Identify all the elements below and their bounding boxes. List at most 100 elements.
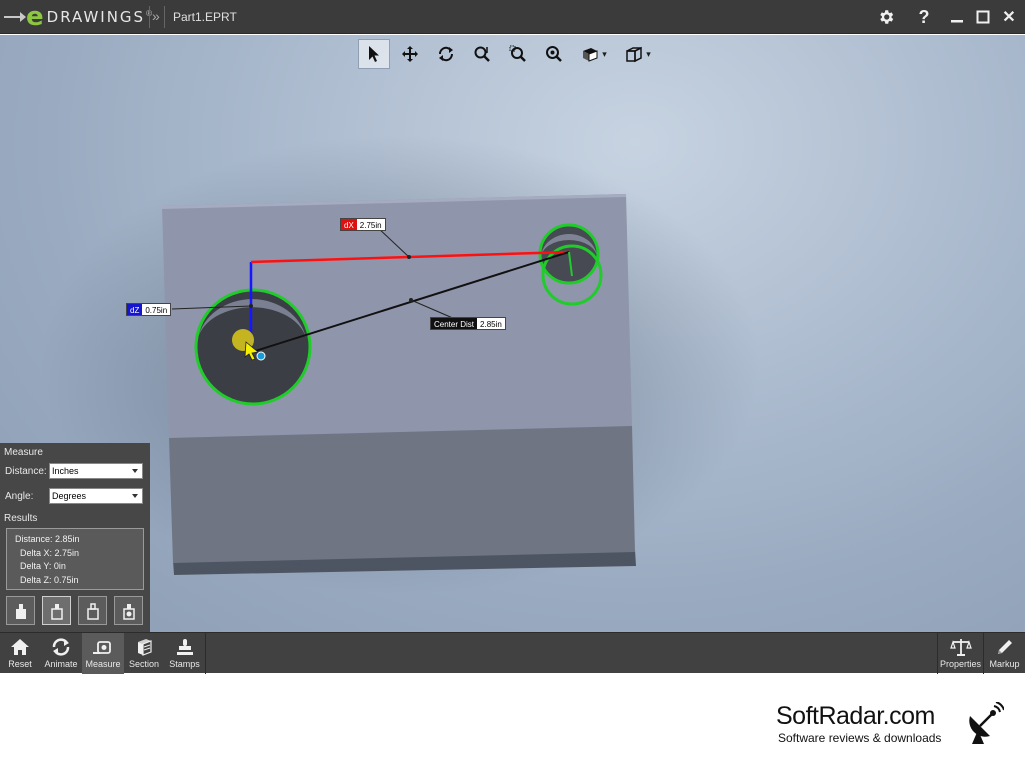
dx-leader-dot xyxy=(407,255,411,259)
block-front-face xyxy=(169,425,635,563)
help-button[interactable]: ? xyxy=(913,6,935,28)
measure-panel: Measure Distance: Inches Angle: Degrees … xyxy=(0,443,150,632)
gear-icon xyxy=(880,10,894,24)
markup-button[interactable]: Markup xyxy=(983,633,1025,674)
logo-letter: e xyxy=(26,2,44,32)
select-icon xyxy=(369,46,379,62)
dz-leader-dot xyxy=(249,304,253,308)
results-box: Distance: 2.85in Delta X: 2.75in Delta Y… xyxy=(6,528,144,590)
zoom-to-area-button[interactable] xyxy=(502,39,534,69)
view-toolbar: ▾ ▾ xyxy=(358,39,658,69)
logo-word: DRAWINGS xyxy=(46,8,146,26)
softradar-watermark: SoftRadar.com Software reviews & downloa… xyxy=(776,702,1016,750)
chevron-down-icon xyxy=(132,469,138,473)
measure-min-icon xyxy=(86,602,99,620)
edrawings-logo: e DRAWINGS ® xyxy=(4,2,152,32)
pencil-icon xyxy=(997,640,1012,654)
dz-key: dZ xyxy=(127,304,143,315)
properties-label: Properties xyxy=(939,659,982,669)
zoom-button[interactable] xyxy=(538,39,570,69)
3d-viewport[interactable]: dX 2.75in dZ 0.75in Center Dist 2.85in ▾… xyxy=(0,35,1025,632)
markup-label: Markup xyxy=(989,659,1020,669)
zoom-to-area-icon xyxy=(509,45,526,62)
center-dist-value: 2.85in xyxy=(477,318,505,329)
home-icon xyxy=(11,639,29,655)
measure-max-icon xyxy=(122,603,135,620)
distance-unit-select[interactable]: Inches xyxy=(49,463,143,479)
rotate-button[interactable] xyxy=(430,39,462,69)
minimize-icon xyxy=(951,20,963,23)
angle-label: Angle: xyxy=(5,490,34,502)
bottom-toolbar: Reset Animate Measure Section Stamps Pro… xyxy=(0,632,1025,674)
angle-unit-select[interactable]: Degrees xyxy=(49,488,143,504)
center-dist-key: Center Dist xyxy=(431,318,478,329)
dx-dimension-label[interactable]: dX 2.75in xyxy=(340,218,386,231)
close-button[interactable]: ✕ xyxy=(998,6,1020,28)
animate-button[interactable]: Animate xyxy=(40,633,82,674)
stamps-button[interactable]: Stamps xyxy=(164,633,206,674)
rotate-icon xyxy=(438,46,454,62)
select-button[interactable] xyxy=(358,39,390,69)
dz-value: 0.75in xyxy=(142,304,171,315)
watermark-tagline: Software reviews & downloads xyxy=(778,731,942,745)
view-style-caret-icon: ▾ xyxy=(602,48,607,59)
result-delta-x: Delta X: 2.75in xyxy=(20,547,80,558)
reset-button[interactable]: Reset xyxy=(0,633,40,674)
reset-label: Reset xyxy=(8,659,32,669)
file-name: Part1.EPRT xyxy=(173,10,237,24)
distance-label: Distance: xyxy=(5,465,47,477)
properties-button[interactable]: Properties xyxy=(937,633,983,674)
dz-dimension-label[interactable]: dZ 0.75in xyxy=(126,303,172,316)
pan-icon xyxy=(402,46,418,62)
center-dist-dimension-label[interactable]: Center Dist 2.85in xyxy=(430,317,506,330)
results-title: Results xyxy=(4,513,38,524)
settings-button[interactable] xyxy=(875,6,897,28)
zoom-icon xyxy=(546,46,562,62)
measure-label: Measure xyxy=(85,659,121,669)
zoom-to-fit-icon xyxy=(474,46,490,62)
measure-center-icon xyxy=(50,603,63,620)
measure-point-icon xyxy=(15,603,26,619)
result-distance: Distance: 2.85in xyxy=(15,534,80,544)
section-icon xyxy=(138,639,152,656)
view-orientation-dropdown[interactable]: ▾ xyxy=(618,39,658,69)
view-orientation-icon xyxy=(626,46,642,63)
dx-key: dX xyxy=(341,219,357,230)
angle-unit-row: Angle: Degrees xyxy=(5,488,143,504)
watermark-name: SoftRadar.com xyxy=(776,702,935,730)
stamp-icon xyxy=(176,639,193,655)
measure-max-distance-button[interactable] xyxy=(114,596,143,625)
pan-button[interactable] xyxy=(394,39,426,69)
measure-mode-buttons xyxy=(6,596,143,625)
title-separator xyxy=(164,6,165,28)
scale-balance-icon xyxy=(949,639,972,656)
section-label: Section xyxy=(128,659,160,669)
logo-arrow-icon xyxy=(4,12,26,22)
dx-value: 2.75in xyxy=(356,219,385,230)
zoom-to-fit-button[interactable] xyxy=(466,39,498,69)
measure-min-distance-button[interactable] xyxy=(78,596,107,625)
title-separator xyxy=(149,6,150,28)
part-model[interactable] xyxy=(0,35,1025,632)
minimize-button[interactable] xyxy=(946,6,968,28)
animate-icon xyxy=(52,638,70,656)
measure-panel-title: Measure xyxy=(4,447,43,458)
maximize-button[interactable] xyxy=(972,6,994,28)
edrawings-window: e DRAWINGS ® » Part1.EPRT ? ✕ xyxy=(0,0,1025,769)
measure-center-button[interactable] xyxy=(42,596,71,625)
measure-button[interactable]: Measure xyxy=(82,633,124,674)
section-button[interactable]: Section xyxy=(124,633,164,674)
maximize-icon xyxy=(976,10,990,24)
distance-unit-row: Distance: Inches xyxy=(5,463,143,479)
view-style-dropdown[interactable]: ▾ xyxy=(574,39,614,69)
view-style-icon xyxy=(583,48,598,62)
expand-chevron-icon[interactable]: » xyxy=(152,8,160,24)
title-bar: e DRAWINGS ® » Part1.EPRT ? ✕ xyxy=(0,0,1025,34)
measure-tape-icon xyxy=(93,641,111,654)
measure-point-to-point-button[interactable] xyxy=(6,596,35,625)
view-orientation-caret-icon: ▾ xyxy=(646,48,651,59)
result-delta-y: Delta Y: 0in xyxy=(20,561,66,571)
result-delta-z: Delta Z: 0.75in xyxy=(20,574,79,585)
distance-unit-value: Inches xyxy=(52,466,79,476)
chevron-down-icon xyxy=(132,494,138,498)
